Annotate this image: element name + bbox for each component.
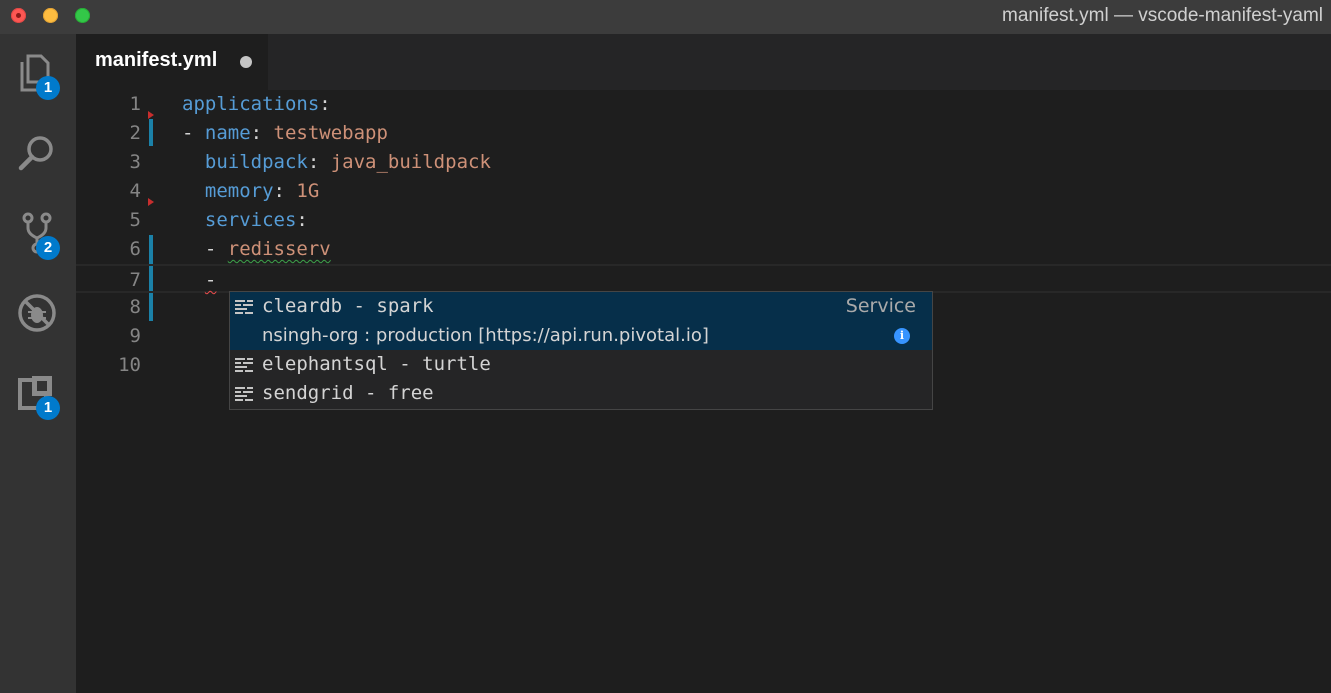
yaml-dash-error: - — [204, 269, 217, 291]
line-number: 4 — [129, 180, 141, 202]
explorer-button[interactable]: 1 — [14, 50, 60, 100]
yaml-sep: : — [296, 209, 308, 231]
yaml-sep: : — [250, 122, 274, 144]
yaml-sep: : — [307, 151, 331, 173]
yaml-indent — [182, 180, 205, 202]
line-number: 1 — [129, 93, 141, 115]
line-number: 2 — [129, 122, 141, 144]
yaml-key: services — [204, 209, 297, 231]
code-line: 5 services: — [76, 206, 1331, 235]
debug-icon — [18, 294, 56, 332]
line-number: 5 — [129, 209, 141, 231]
suggest-item[interactable]: elephantsql - turtle — [230, 350, 932, 379]
line-number: 7 — [129, 269, 141, 291]
extensions-badge: 1 — [36, 396, 60, 420]
suggest-item-selected[interactable]: cleardb - spark Service nsingh-org : pro… — [230, 292, 932, 350]
value-icon — [235, 358, 253, 372]
explorer-badge: 1 — [36, 76, 60, 100]
line-number: 6 — [129, 238, 141, 260]
current-code-line: 7 - — [76, 264, 1331, 293]
yaml-value: testwebapp — [273, 122, 388, 144]
yaml-value-warning: redisserv — [227, 238, 331, 260]
scm-badge: 2 — [36, 236, 60, 260]
tab-label: manifest.yml — [95, 49, 218, 71]
line-number: 3 — [129, 151, 141, 173]
debug-button[interactable] — [14, 290, 60, 336]
line-number: 9 — [129, 325, 141, 347]
code-line: 1 applications: — [76, 90, 1331, 119]
info-icon[interactable]: i — [894, 328, 910, 344]
code-line: 6 - redisserv — [76, 235, 1331, 264]
title-bar: manifest.yml — vscode-manifest-yaml — [0, 0, 1331, 34]
suggest-label: cleardb - spark — [262, 295, 434, 317]
yaml-sep: : — [319, 93, 331, 115]
line-number: 8 — [129, 296, 141, 318]
yaml-sep: : — [273, 180, 297, 202]
zoom-window-button[interactable] — [75, 8, 90, 23]
yaml-key: memory — [204, 180, 274, 202]
yaml-key: name — [204, 122, 251, 144]
extensions-button[interactable]: 1 — [14, 370, 60, 420]
search-button[interactable] — [14, 130, 60, 176]
suggest-detail: nsingh-org : production [https://api.run… — [262, 325, 709, 346]
line-number: 10 — [118, 354, 141, 376]
yaml-value: 1G — [296, 180, 320, 202]
yaml-indent: - — [182, 122, 205, 144]
code-line: 3 buildpack: java_buildpack — [76, 148, 1331, 177]
tab-bar: manifest.yml — [76, 34, 1331, 90]
yaml-value: java_buildpack — [330, 151, 491, 173]
suggest-label: elephantsql - turtle — [262, 353, 491, 375]
suggest-label: sendgrid - free — [262, 382, 434, 404]
activity-bar: 1 2 1 — [0, 34, 76, 693]
value-icon — [235, 387, 253, 401]
value-icon — [235, 300, 253, 314]
code-line: 2 - name: testwebapp — [76, 119, 1331, 148]
window-title: manifest.yml — vscode-manifest-yaml — [1002, 5, 1323, 26]
yaml-indent — [182, 209, 205, 231]
close-window-button[interactable] — [11, 8, 26, 23]
yaml-indent — [182, 151, 205, 173]
yaml-indent — [182, 269, 205, 291]
suggest-type: Service — [845, 295, 916, 317]
unsaved-dot-icon[interactable] — [240, 56, 252, 68]
search-icon — [18, 136, 53, 171]
minimize-window-button[interactable] — [43, 8, 58, 23]
yaml-key: buildpack — [204, 151, 308, 173]
suggest-item[interactable]: sendgrid - free — [230, 379, 932, 408]
tab-manifest-yml[interactable]: manifest.yml — [76, 34, 268, 90]
yaml-key: applications — [182, 93, 320, 115]
yaml-indent: - — [182, 238, 228, 260]
suggest-widget: cleardb - spark Service nsingh-org : pro… — [229, 291, 933, 410]
code-line: 4 memory: 1G — [76, 177, 1331, 206]
source-control-button[interactable]: 2 — [14, 210, 60, 260]
